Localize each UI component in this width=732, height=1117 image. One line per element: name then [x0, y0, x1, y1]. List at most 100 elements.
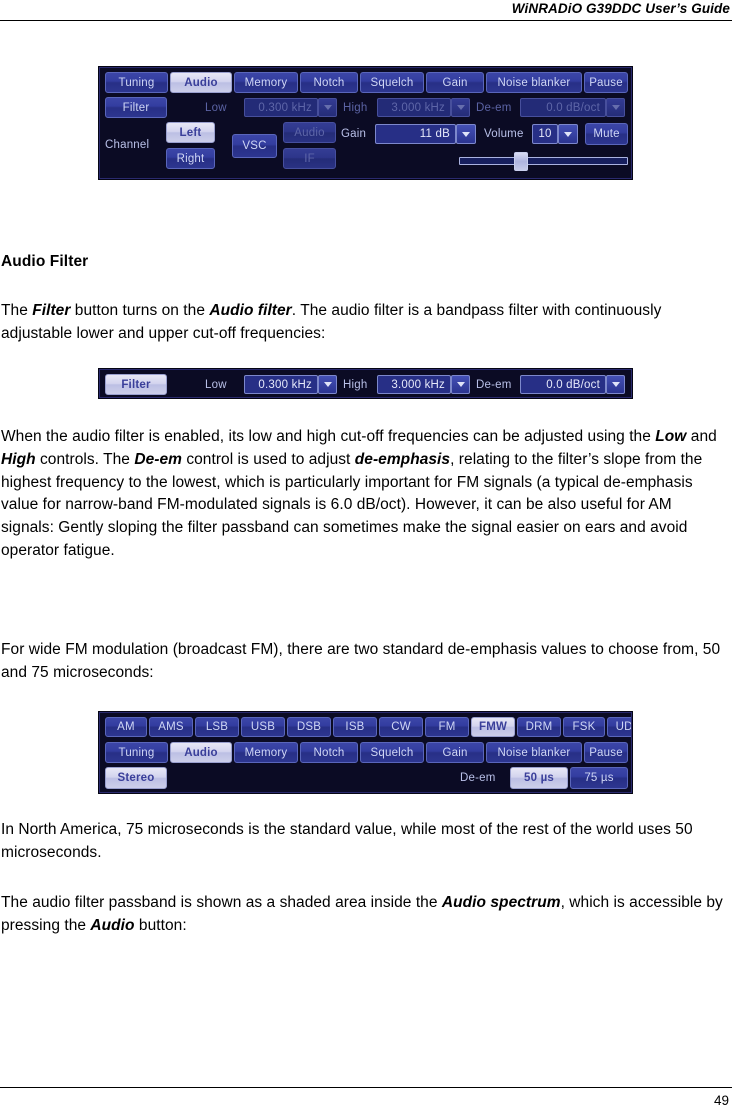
tab-label: Audio [184, 76, 218, 89]
tab-memory[interactable]: Memory [234, 742, 298, 763]
deem-spinner[interactable] [606, 375, 625, 394]
high-frequency-spinner[interactable] [451, 375, 470, 394]
mode-cw-button[interactable]: CW [379, 717, 423, 737]
channel-left-label: Left [179, 126, 202, 139]
page-title: Audio Filter [1, 253, 501, 271]
tab-notch[interactable]: Notch [300, 72, 358, 93]
low-frequency-field[interactable]: 0.300 kHz [244, 98, 318, 117]
deem-label: De-em [476, 101, 512, 114]
paragraph-deem-explanation: When the audio filter is enabled, its lo… [1, 426, 727, 563]
volume-slider-thumb[interactable] [514, 152, 528, 171]
deem-spinner[interactable] [606, 98, 625, 117]
channel-right-label: Right [176, 152, 205, 165]
tab-noise-blanker[interactable]: Noise blanker [486, 742, 582, 763]
text-run-bold: de-emphasis [354, 450, 451, 468]
mode-isb-button[interactable]: ISB [333, 717, 377, 737]
tab-audio[interactable]: Audio [170, 72, 232, 93]
paragraph-audio-spectrum: The audio filter passband is shown as a … [1, 892, 727, 938]
gain-label: Gain [341, 127, 367, 140]
page-number: 49 [713, 1093, 729, 1108]
high-label: High [343, 101, 368, 114]
gain-field[interactable]: 11 dB [375, 124, 456, 144]
chevron-down-icon [611, 382, 620, 387]
text-run-bold: Audio [90, 916, 135, 934]
tab-audio[interactable]: Audio [170, 742, 232, 763]
high-frequency-spinner[interactable] [451, 98, 470, 117]
tab-label: Notch [313, 746, 345, 759]
tab-gain[interactable]: Gain [426, 742, 484, 763]
volume-slider-track[interactable] [459, 157, 628, 165]
mode-usb-button[interactable]: USB [241, 717, 285, 737]
mode-dsb-button[interactable]: DSB [287, 717, 331, 737]
low-label: Low [205, 378, 227, 391]
high-label: High [343, 378, 368, 391]
tab-gain[interactable]: Gain [426, 72, 484, 93]
chevron-down-icon [462, 131, 470, 137]
tab-label: Audio [184, 746, 218, 759]
tab-label: Squelch [370, 746, 414, 759]
tab-label: Pause [589, 746, 623, 759]
footer-rule [0, 1087, 732, 1088]
low-frequency-spinner[interactable] [318, 375, 337, 394]
deem-value-field[interactable]: 0.0 dB/oct [520, 98, 606, 117]
text-run: control is used to adjust [181, 450, 355, 468]
mode-am-button[interactable]: AM [105, 717, 147, 737]
channel-left-button[interactable]: Left [166, 122, 215, 143]
deem-75us-button[interactable]: 75 µs [570, 767, 628, 789]
tab-label: Squelch [370, 76, 414, 89]
deem-50us-label: 50 µs [523, 772, 554, 784]
tab-squelch[interactable]: Squelch [360, 72, 424, 93]
tab-pause[interactable]: Pause [584, 72, 628, 93]
mute-button[interactable]: Mute [585, 123, 628, 145]
low-frequency-field[interactable]: 0.300 kHz [244, 375, 318, 394]
tab-memory[interactable]: Memory [234, 72, 298, 93]
mode-ams-button[interactable]: AMS [149, 717, 193, 737]
mode-fmw-button[interactable]: FMW [471, 717, 515, 737]
volume-label: Volume [484, 128, 524, 140]
mode-label: CW [391, 721, 411, 733]
mode-fm-button[interactable]: FM [425, 717, 469, 737]
gain-spinner[interactable] [456, 124, 476, 144]
stereo-button[interactable]: Stereo [105, 767, 167, 789]
chevron-down-icon [323, 105, 332, 110]
volume-field[interactable]: 10 [532, 124, 558, 144]
filter-toggle-button[interactable]: Filter [105, 97, 167, 118]
source-if-button[interactable]: IF [283, 148, 336, 169]
deem-label: De-em [460, 772, 496, 784]
tab-tuning[interactable]: Tuning [105, 72, 168, 93]
mode-udm-button[interactable]: UDM [607, 717, 631, 737]
filter-toggle-button-enabled[interactable]: Filter [105, 374, 167, 395]
low-frequency-spinner[interactable] [318, 98, 337, 117]
page-header: WiNRADiO G39DDC User’s Guide [0, 0, 732, 26]
section-title-text: Audio Filter [1, 253, 89, 270]
chevron-down-icon [456, 382, 465, 387]
deem-50us-button[interactable]: 50 µs [510, 767, 568, 789]
tab-squelch[interactable]: Squelch [360, 742, 424, 763]
high-frequency-field[interactable]: 3.000 kHz [377, 375, 451, 394]
tab-label: Gain [442, 76, 468, 89]
tab-label: Notch [313, 76, 345, 89]
tab-label: Gain [442, 746, 468, 759]
tab-pause[interactable]: Pause [584, 742, 628, 763]
mode-label: AMS [158, 721, 184, 733]
mode-drm-button[interactable]: DRM [517, 717, 561, 737]
mode-fsk-button[interactable]: FSK [563, 717, 605, 737]
chevron-down-icon [564, 131, 572, 137]
low-label: Low [205, 101, 227, 114]
tab-label: Memory [244, 76, 288, 89]
source-audio-button[interactable]: Audio [283, 122, 336, 143]
volume-spinner[interactable] [558, 124, 578, 144]
mute-label: Mute [593, 128, 620, 140]
vsc-button[interactable]: VSC [232, 134, 277, 158]
channel-right-button[interactable]: Right [166, 148, 215, 169]
high-frequency-field[interactable]: 3.000 kHz [377, 98, 451, 117]
tab-noise-blanker[interactable]: Noise blanker [486, 72, 582, 93]
text-run-bold: Filter [32, 302, 71, 319]
audio-control-panel: Tuning Audio Memory Notch Squelch Gain N… [99, 67, 632, 179]
mode-label: FM [438, 721, 456, 733]
mode-label: FSK [572, 721, 596, 733]
deem-value-field[interactable]: 0.0 dB/oct [520, 375, 606, 394]
tab-notch[interactable]: Notch [300, 742, 358, 763]
tab-tuning[interactable]: Tuning [105, 742, 168, 763]
mode-lsb-button[interactable]: LSB [195, 717, 239, 737]
